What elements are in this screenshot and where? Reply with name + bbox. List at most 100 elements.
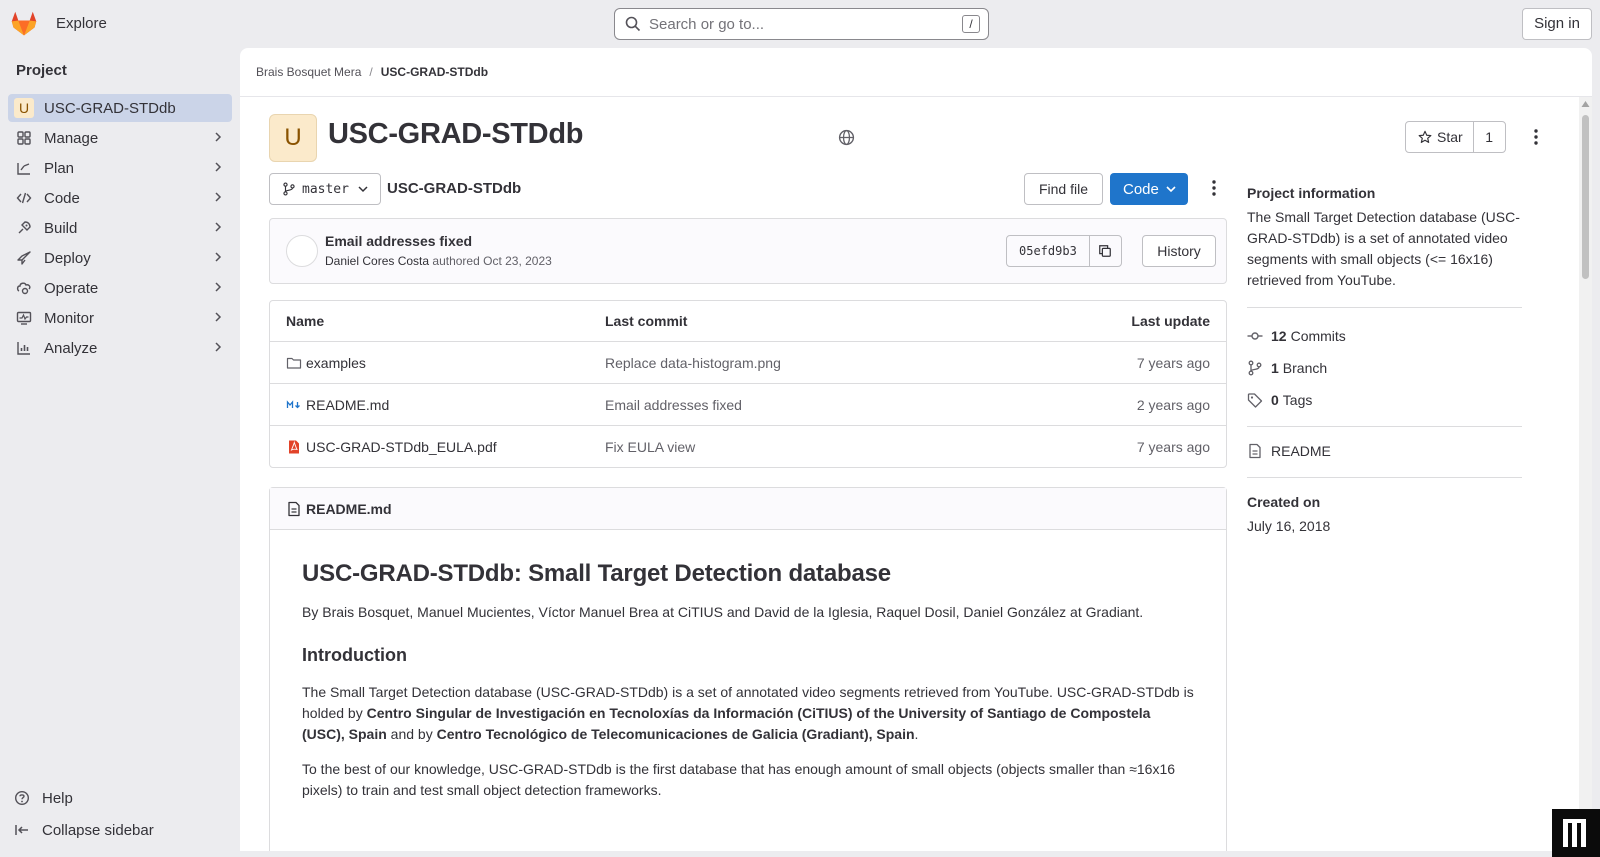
star-icon xyxy=(1418,130,1432,143)
tags-label: Tags xyxy=(1282,392,1313,408)
sign-in-button[interactable]: Sign in xyxy=(1522,8,1592,40)
sidebar-item-label: Analyze xyxy=(44,339,98,357)
analyze-icon xyxy=(17,342,30,355)
last-commit-panel: Email addresses fixed Daniel Cores Costa… xyxy=(269,218,1227,284)
code-dropdown-button[interactable]: Code xyxy=(1110,173,1188,205)
chevron-right-icon xyxy=(215,132,222,142)
intro-text: and by xyxy=(386,726,437,742)
explore-link[interactable]: Explore xyxy=(56,15,107,32)
page-title: USC-GRAD-STDdb xyxy=(328,118,584,150)
help-button[interactable]: Help xyxy=(8,783,232,813)
scrollbar-thumb[interactable] xyxy=(1582,115,1589,279)
file-name: examples xyxy=(306,354,366,371)
branch-icon xyxy=(283,182,295,196)
table-row[interactable]: examples Replace data-histogram.png 7 ye… xyxy=(270,341,1226,383)
chevron-right-icon xyxy=(215,252,222,262)
project-avatar: U xyxy=(269,114,317,162)
sidebar-item-operate[interactable]: Operate xyxy=(8,273,232,303)
readme-intro-paragraph: The Small Target Detection database (USC… xyxy=(302,682,1194,745)
code-icon xyxy=(16,192,32,204)
table-row[interactable]: USC-GRAD-STDdb_EULA.pdf Fix EULA view 7 … xyxy=(270,425,1226,467)
collapse-left-icon xyxy=(15,825,28,835)
monitor-icon xyxy=(16,311,32,325)
sidebar-item-monitor[interactable]: Monitor xyxy=(8,303,232,333)
file-last-update: 2 years ago xyxy=(1136,396,1210,413)
file-last-commit[interactable]: Email addresses fixed xyxy=(605,397,742,413)
scroll-up-arrow-icon[interactable] xyxy=(1581,100,1590,108)
commit-title[interactable]: Email addresses fixed xyxy=(325,233,472,249)
file-name: USC-GRAD-STDdb_EULA.pdf xyxy=(306,438,497,455)
collapse-sidebar-label: Collapse sidebar xyxy=(42,821,154,839)
column-header-last-update: Last update xyxy=(1131,313,1210,329)
copy-icon xyxy=(1099,245,1112,257)
readme-title: USC-GRAD-STDdb: Small Target Detection d… xyxy=(302,560,891,587)
file-name-cell[interactable]: USC-GRAD-STDdb_EULA.pdf xyxy=(286,439,497,455)
tags-count: 0 xyxy=(1271,392,1279,408)
find-file-button[interactable]: Find file xyxy=(1024,173,1103,205)
chevron-right-icon xyxy=(215,342,222,352)
code-button-label: Code xyxy=(1123,180,1159,198)
readme-link[interactable]: README xyxy=(1247,435,1522,467)
more-actions-icon[interactable] xyxy=(1527,128,1545,146)
branches-label: Branch xyxy=(1282,360,1328,376)
commit-meta: Daniel Cores Costa authored Oct 23, 2023 xyxy=(325,254,552,268)
search-input[interactable]: Search or go to... / xyxy=(614,8,989,40)
help-icon xyxy=(14,790,30,806)
tags-link[interactable]: 0 Tags xyxy=(1247,384,1522,416)
readme-label: README xyxy=(1271,443,1331,459)
repo-actions-icon[interactable] xyxy=(1205,179,1223,197)
sidebar-item-analyze[interactable]: Analyze xyxy=(8,333,232,363)
branch-name: master xyxy=(302,181,349,197)
file-last-commit[interactable]: Replace data-histogram.png xyxy=(605,355,781,371)
page-scrollbar[interactable] xyxy=(1579,97,1592,851)
top-bar: Explore Search or go to... / Sign in xyxy=(0,0,1600,48)
breadcrumb-item-project[interactable]: USC-GRAD-STDdb xyxy=(381,65,488,79)
plan-icon xyxy=(17,163,30,175)
commits-link[interactable]: 12 Commits xyxy=(1247,320,1522,352)
sidebar-item-label: Code xyxy=(44,189,80,207)
file-last-commit[interactable]: Fix EULA view xyxy=(605,439,695,455)
commit-icon xyxy=(1247,332,1263,340)
table-row[interactable]: README.md Email addresses fixed 2 years … xyxy=(270,383,1226,425)
branch-icon xyxy=(1248,360,1262,376)
project-info-title: Project information xyxy=(1247,185,1376,201)
chevron-down-icon xyxy=(358,186,368,193)
star-count[interactable]: 1 xyxy=(1474,122,1505,152)
chevron-right-icon xyxy=(215,282,222,292)
sidebar-item-manage[interactable]: Manage xyxy=(8,123,232,153)
breadcrumb: Brais Bosquet Mera / USC-GRAD-STDdb xyxy=(240,48,1592,97)
avatar[interactable] xyxy=(286,235,318,267)
sidebar-item-build[interactable]: Build xyxy=(8,213,232,243)
created-on-label: Created on xyxy=(1247,494,1321,510)
commit-author[interactable]: Daniel Cores Costa xyxy=(325,254,429,268)
chevron-right-icon xyxy=(215,222,222,232)
chevron-down-icon xyxy=(1166,186,1176,193)
commit-action: authored xyxy=(432,254,480,268)
file-name-cell[interactable]: README.md xyxy=(286,397,389,413)
document-icon xyxy=(288,501,300,516)
readme-content: USC-GRAD-STDdb: Small Target Detection d… xyxy=(270,560,1226,801)
file-name-cell[interactable]: examples xyxy=(286,355,366,371)
star-button[interactable]: Star xyxy=(1406,122,1474,152)
readme-panel: README.md USC-GRAD-STDdb: Small Target D… xyxy=(269,487,1227,851)
search-icon xyxy=(625,16,641,32)
branches-link[interactable]: 1 Branch xyxy=(1247,352,1522,384)
chevron-right-icon xyxy=(215,192,222,202)
branch-selector[interactable]: master xyxy=(269,173,381,205)
sidebar-item-code[interactable]: Code xyxy=(8,183,232,213)
project-description: The Small Target Detection database (USC… xyxy=(1247,209,1520,288)
sidebar-item-plan[interactable]: Plan xyxy=(8,153,232,183)
history-button[interactable]: History xyxy=(1142,235,1216,267)
readme-paragraph: To the best of our knowledge, USC-GRAD-S… xyxy=(302,761,1176,798)
commit-sha[interactable]: 05efd9b3 xyxy=(1007,236,1090,266)
readme-heading-introduction: Introduction xyxy=(302,645,407,665)
sidebar-item-deploy[interactable]: Deploy xyxy=(8,243,232,273)
sidebar-item-project[interactable]: U USC-GRAD-STDdb xyxy=(8,94,232,122)
copy-sha-button[interactable] xyxy=(1090,236,1121,266)
collapse-sidebar-button[interactable]: Collapse sidebar xyxy=(8,815,232,845)
breadcrumb-item-group[interactable]: Brais Bosquet Mera xyxy=(256,65,361,79)
repo-path[interactable]: USC-GRAD-STDdb xyxy=(387,180,521,197)
gitlab-logo-icon[interactable] xyxy=(10,10,38,38)
readme-filename[interactable]: README.md xyxy=(306,501,392,517)
sidebar-item-label: Deploy xyxy=(44,249,91,267)
